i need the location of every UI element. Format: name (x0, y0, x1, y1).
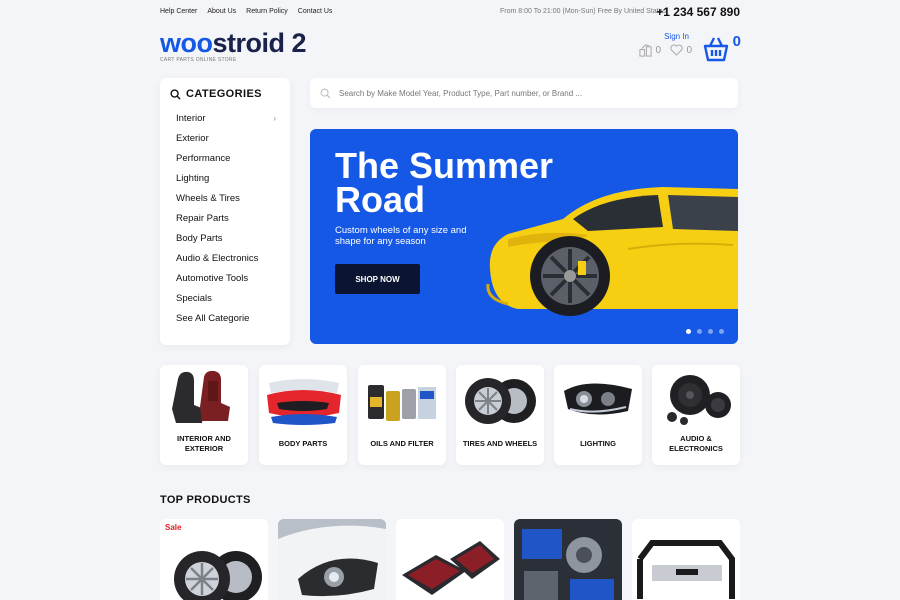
site-logo[interactable]: woostroid 2 (160, 28, 307, 58)
engine-image (514, 519, 622, 600)
category-label: Lighting (176, 173, 210, 184)
car-seats-image (172, 370, 230, 423)
logo-woo: woo (160, 28, 213, 58)
tile-label: TIRES AND WHEELS (462, 439, 538, 448)
sign-in-link[interactable]: Sign In (664, 32, 689, 41)
oil-bottles-image (368, 385, 436, 421)
bull-bar-image (637, 540, 735, 599)
category-label: Audio & Electronics (176, 253, 259, 264)
slider-dot[interactable] (697, 329, 702, 334)
tile-audio-electronics[interactable]: AUDIO & ELECTRONICS (652, 365, 740, 465)
category-automotive-tools[interactable]: Automotive Tools (176, 272, 276, 292)
slider-dots (686, 329, 724, 334)
product-card[interactable]: Sale (160, 519, 268, 600)
logo-rest: stroid 2 (212, 28, 307, 58)
search-icon (170, 88, 181, 100)
cart-count: 0 (732, 33, 741, 50)
categories-panel: CATEGORIES Interior › Exterior Performanc… (160, 78, 290, 345)
compare-icon (639, 44, 653, 57)
category-see-all[interactable]: See All Categorie (176, 312, 276, 332)
hero-subtitle: Custom wheels of any size and shape for … (335, 225, 467, 247)
phone-number[interactable]: +1 234 567 890 (656, 5, 740, 19)
slider-dot[interactable] (686, 329, 691, 334)
category-label: Specials (176, 293, 212, 304)
tile-tires-wheels[interactable]: TIRES AND WHEELS (456, 365, 544, 465)
product-card[interactable] (396, 519, 504, 600)
wishlist-button[interactable]: 0 (670, 44, 692, 56)
tile-interior-exterior[interactable]: INTERIOR AND EXTERIOR (160, 365, 248, 465)
tile-lighting[interactable]: LIGHTING (554, 365, 642, 465)
category-wheels-tires[interactable]: Wheels & Tires (176, 192, 276, 212)
about-us-link[interactable]: About Us (207, 8, 236, 15)
tires-image (465, 378, 536, 424)
product-card[interactable] (278, 519, 386, 600)
category-lighting[interactable]: Lighting (176, 172, 276, 192)
help-center-link[interactable]: Help Center (160, 8, 197, 15)
category-label: Body Parts (176, 233, 223, 244)
tile-label: BODY PARTS (278, 439, 328, 448)
compare-count: 0 (655, 45, 661, 56)
search-input[interactable] (339, 88, 719, 98)
tile-label: INTERIOR AND EXTERIOR (177, 434, 231, 453)
tile-label: OILS AND FILTER (370, 439, 434, 448)
basket-icon[interactable] (702, 36, 730, 62)
category-label: See All Categorie (176, 313, 250, 324)
wishlist-count: 0 (686, 44, 692, 56)
top-links: Help Center About Us Return Policy Conta… (160, 8, 332, 15)
category-exterior[interactable]: Exterior (176, 132, 276, 152)
tile-oils-filter[interactable]: OILS AND FILTER (358, 365, 446, 465)
product-card[interactable] (632, 519, 740, 600)
category-body-parts[interactable]: Body Parts (176, 232, 276, 252)
headlight-image (564, 383, 632, 415)
category-label: Wheels & Tires (176, 193, 240, 204)
compare-button[interactable]: 0 (639, 44, 661, 57)
air-filter-image (402, 541, 500, 595)
heart-icon (670, 44, 684, 56)
opening-hours: From 8:00 To 21:00 (Mon-Sun) Free By Uni… (499, 8, 666, 15)
chevron-right-icon: › (273, 114, 276, 123)
speakers-image (667, 375, 731, 425)
logo-tagline: CART PARTS ONLINE STORE (160, 57, 237, 63)
category-performance[interactable]: Performance (176, 152, 276, 172)
categories-heading: CATEGORIES (170, 88, 262, 100)
sale-badge: Sale (165, 523, 182, 532)
search-bar (310, 78, 738, 108)
headlight-product-image (278, 519, 386, 600)
category-label: Performance (176, 153, 231, 164)
hero-title: The Summer Road (335, 145, 554, 220)
category-audio-electronics[interactable]: Audio & Electronics (176, 252, 276, 272)
category-label: Interior (176, 113, 206, 124)
category-label: Repair Parts (176, 213, 229, 224)
category-interior[interactable]: Interior › (176, 112, 276, 132)
top-products-title: TOP PRODUCTS (160, 494, 251, 506)
category-specials[interactable]: Specials (176, 292, 276, 312)
return-policy-link[interactable]: Return Policy (246, 8, 288, 15)
tile-label: AUDIO & ELECTRONICS (669, 434, 723, 453)
search-icon (320, 88, 331, 98)
slider-dot[interactable] (719, 329, 724, 334)
hero-banner: The Summer Road Custom wheels of any siz… (310, 129, 738, 344)
categories-title: CATEGORIES (186, 88, 262, 100)
product-card[interactable] (514, 519, 622, 600)
category-label: Exterior (176, 133, 209, 144)
category-label: Automotive Tools (176, 273, 249, 284)
bumpers-image (267, 379, 341, 425)
tile-body-parts[interactable]: BODY PARTS (259, 365, 347, 465)
category-repair-parts[interactable]: Repair Parts (176, 212, 276, 232)
contact-us-link[interactable]: Contact Us (298, 8, 333, 15)
slider-dot[interactable] (708, 329, 713, 334)
shop-now-button[interactable]: SHOP NOW (335, 264, 420, 294)
category-list: Interior › Exterior Performance Lighting … (176, 112, 276, 332)
tile-label: LIGHTING (580, 439, 616, 448)
